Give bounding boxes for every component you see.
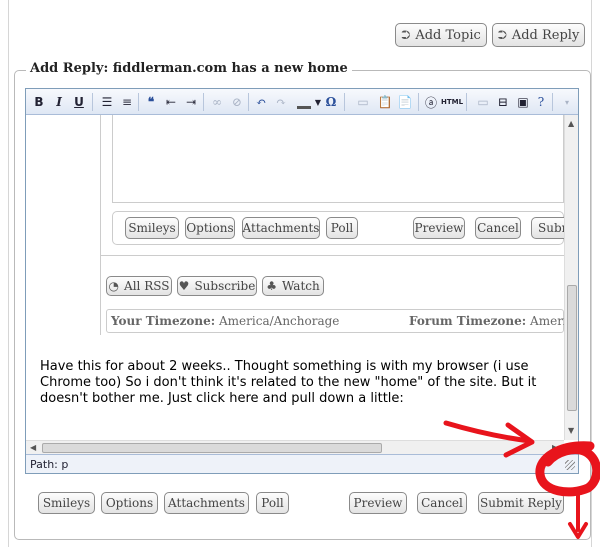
- scroll-up-icon[interactable]: ▲: [568, 119, 574, 128]
- watch-icon: ♣: [266, 279, 278, 293]
- bullet-list-icon[interactable]: ☰: [98, 93, 116, 111]
- editor-toolbar: B I U ☰ ≡ ❝ ⇤ ⇥ ∞ ⊘ ↶ ↷ ▼ Ω ▭ 📋 📄 ⓐ HTML…: [26, 89, 578, 115]
- forum-timezone-label: Forum Timezone:: [409, 314, 527, 328]
- toolbar-separator: [138, 93, 139, 111]
- quoted-cancel-button: Cancel: [475, 217, 521, 239]
- rich-text-editor: B I U ☰ ≡ ❝ ⇤ ⇥ ∞ ⊘ ↶ ↷ ▼ Ω ▭ 📋 📄 ⓐ HTML…: [25, 88, 579, 474]
- your-timezone-value: America/Anchorage: [219, 314, 340, 328]
- submit-reply-button[interactable]: Submit Reply: [478, 492, 564, 514]
- attachments-button[interactable]: Attachments: [164, 492, 249, 514]
- quoted-poll-button: Poll: [326, 217, 358, 239]
- timezone-bar: Your Timezone: America/Anchorage Forum T…: [106, 309, 564, 333]
- special-char-button[interactable]: Ω: [322, 93, 340, 111]
- quoted-editor-area: [112, 115, 564, 203]
- page-break-icon[interactable]: ⊟: [494, 93, 512, 111]
- numbered-list-icon[interactable]: ≡: [118, 93, 136, 111]
- reply-legend: Add Reply: fiddlerman.com has a new home: [26, 61, 352, 76]
- toolbar-separator: [344, 93, 345, 111]
- quoted-preview-button: Preview: [413, 217, 465, 239]
- add-reply-button[interactable]: ⮊ Add Reply: [492, 23, 585, 47]
- message-text: Have this for about 2 weeks.. Thought so…: [40, 359, 537, 406]
- quoted-rss-button: ◔ All RSS: [106, 276, 172, 296]
- anchor-icon[interactable]: ▭: [350, 93, 376, 111]
- outdent-icon[interactable]: ⇤: [162, 93, 180, 111]
- scroll-right-icon[interactable]: ▶: [552, 443, 558, 452]
- page-left-border: [8, 0, 9, 547]
- quoted-attachments-button: Attachments: [242, 217, 320, 239]
- horizontal-scroll-thumb[interactable]: [42, 443, 382, 453]
- quoted-watch-label: Watch: [282, 279, 320, 293]
- toolbar-separator: [92, 93, 93, 111]
- quoted-watch-button: ♣ Watch: [262, 276, 324, 296]
- quoted-subscribe-button: ♥ Subscribe: [177, 276, 257, 296]
- subscribe-icon: ♥: [178, 279, 190, 293]
- add-topic-label: Add Topic: [415, 27, 481, 43]
- smileys-button[interactable]: Smileys: [38, 492, 95, 514]
- quoted-smileys-button: Smileys: [125, 217, 179, 239]
- help-icon[interactable]: ?: [532, 93, 550, 111]
- fullscreen-icon[interactable]: ▣: [514, 93, 532, 111]
- redo-icon[interactable]: ↷: [272, 93, 290, 111]
- preview-button[interactable]: Preview: [349, 492, 407, 514]
- undo-icon[interactable]: ↶: [252, 93, 270, 111]
- toolbar-separator: [418, 93, 419, 111]
- toolbar-separator: [552, 93, 553, 111]
- forum-timezone-value: America/Anchorage: [530, 314, 564, 328]
- add-topic-icon: ⮊: [401, 27, 411, 42]
- scroll-down-icon[interactable]: ▼: [568, 426, 574, 435]
- horizontal-scrollbar[interactable]: ◀ ▶: [26, 440, 564, 454]
- hr-icon[interactable]: ▭: [472, 93, 494, 111]
- italic-button[interactable]: I: [50, 93, 68, 111]
- paste-word-icon[interactable]: 📄: [396, 93, 414, 111]
- rss-icon: ◔: [108, 279, 120, 293]
- text-color-icon[interactable]: [292, 93, 316, 111]
- vertical-scrollbar[interactable]: ▲ ▼: [564, 115, 578, 440]
- html-source-button[interactable]: HTML: [440, 93, 464, 111]
- paste-icon[interactable]: 📋: [376, 93, 394, 111]
- spellcheck-icon[interactable]: ⓐ: [422, 93, 440, 111]
- bold-button[interactable]: B: [30, 93, 48, 111]
- toolbar-separator: [466, 93, 467, 111]
- vertical-scroll-thumb[interactable]: [567, 285, 577, 411]
- toolbar-separator: [203, 93, 204, 111]
- blockquote-icon[interactable]: ❝: [142, 93, 160, 111]
- poll-button[interactable]: Poll: [256, 492, 289, 514]
- indent-icon[interactable]: ⇥: [182, 93, 200, 111]
- page-right-border: [591, 0, 592, 547]
- your-timezone-label: Your Timezone:: [111, 314, 216, 328]
- resize-handle-icon[interactable]: [565, 460, 575, 470]
- unlink-icon[interactable]: ⊘: [228, 93, 246, 111]
- more-options-icon[interactable]: ▾: [556, 93, 578, 111]
- quoted-button-row: Smileys Options Attachments Poll Preview…: [112, 211, 564, 245]
- quoted-options-button: Options: [185, 217, 235, 239]
- quoted-rss-label: All RSS: [124, 279, 170, 293]
- link-icon[interactable]: ∞: [208, 93, 226, 111]
- options-button[interactable]: Options: [101, 492, 158, 514]
- underline-button[interactable]: U: [70, 93, 88, 111]
- add-reply-label: Add Reply: [511, 27, 580, 43]
- quoted-subscribe-label: Subscribe: [194, 279, 256, 293]
- add-topic-button[interactable]: ⮊ Add Topic: [395, 23, 487, 47]
- scroll-left-icon[interactable]: ◀: [30, 443, 36, 452]
- cancel-button[interactable]: Cancel: [417, 492, 467, 514]
- toolbar-separator: [248, 93, 249, 111]
- path-label: Path: p: [30, 458, 69, 471]
- add-reply-icon: ⮊: [497, 27, 507, 42]
- chevron-down-icon[interactable]: ▼: [314, 93, 322, 111]
- editor-content[interactable]: Smileys Options Attachments Poll Preview…: [26, 115, 564, 440]
- editor-path-bar: Path: p: [26, 454, 578, 473]
- quoted-divider: [100, 255, 564, 256]
- quoted-submit-button: Submit Reply: [531, 217, 564, 239]
